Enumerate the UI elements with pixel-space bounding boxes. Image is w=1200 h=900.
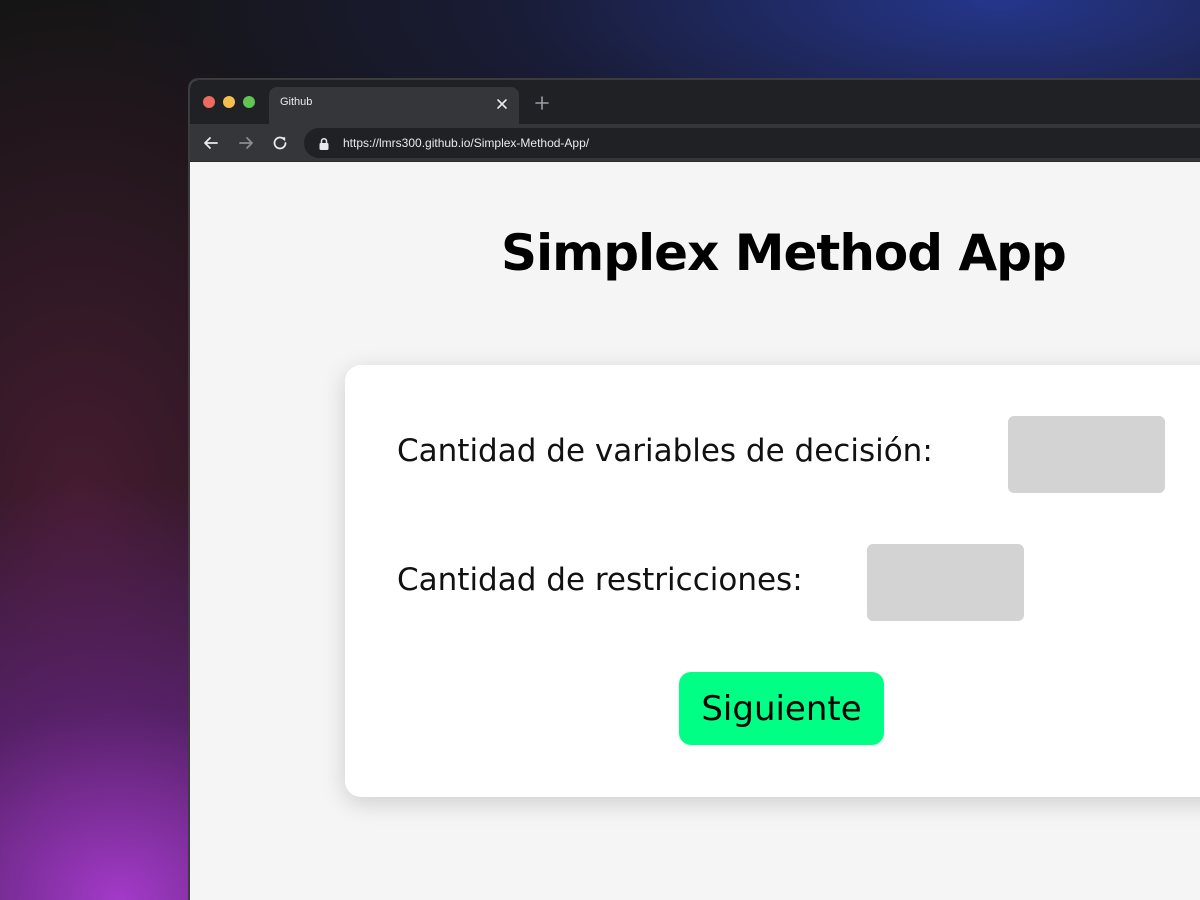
url-text[interactable]: https://lmrs300.github.io/Simplex-Method… [343, 136, 589, 150]
variables-label: Cantidad de variables de decisión: [397, 433, 933, 469]
close-icon[interactable] [495, 96, 509, 110]
minimize-window-dot[interactable] [223, 96, 235, 108]
form-card: Cantidad de variables de decisión: Canti… [345, 365, 1200, 797]
close-window-dot[interactable] [203, 96, 215, 108]
page-title: Simplex Method App [501, 224, 1067, 282]
browser-window: Github https://lmrs300.github.io/Simplex… [188, 78, 1200, 900]
browser-toolbar: https://lmrs300.github.io/Simplex-Method… [190, 124, 1200, 162]
lock-icon [318, 136, 330, 150]
tab-bar: Github [190, 80, 1200, 124]
page-content: Simplex Method App Cantidad de variables… [190, 162, 1200, 900]
arrow-left-icon[interactable] [202, 134, 220, 152]
next-button[interactable]: Siguiente [679, 672, 884, 745]
maximize-window-dot[interactable] [243, 96, 255, 108]
tab-title: Github [280, 96, 313, 108]
reload-icon[interactable] [271, 134, 289, 152]
constraints-label: Cantidad de restricciones: [397, 562, 803, 598]
variables-input[interactable] [1008, 416, 1165, 493]
address-bar[interactable]: https://lmrs300.github.io/Simplex-Method… [304, 128, 1200, 158]
constraints-input[interactable] [867, 544, 1024, 621]
plus-icon[interactable] [534, 95, 550, 111]
arrow-right-icon[interactable] [237, 134, 255, 152]
tab-github[interactable]: Github [269, 87, 519, 124]
